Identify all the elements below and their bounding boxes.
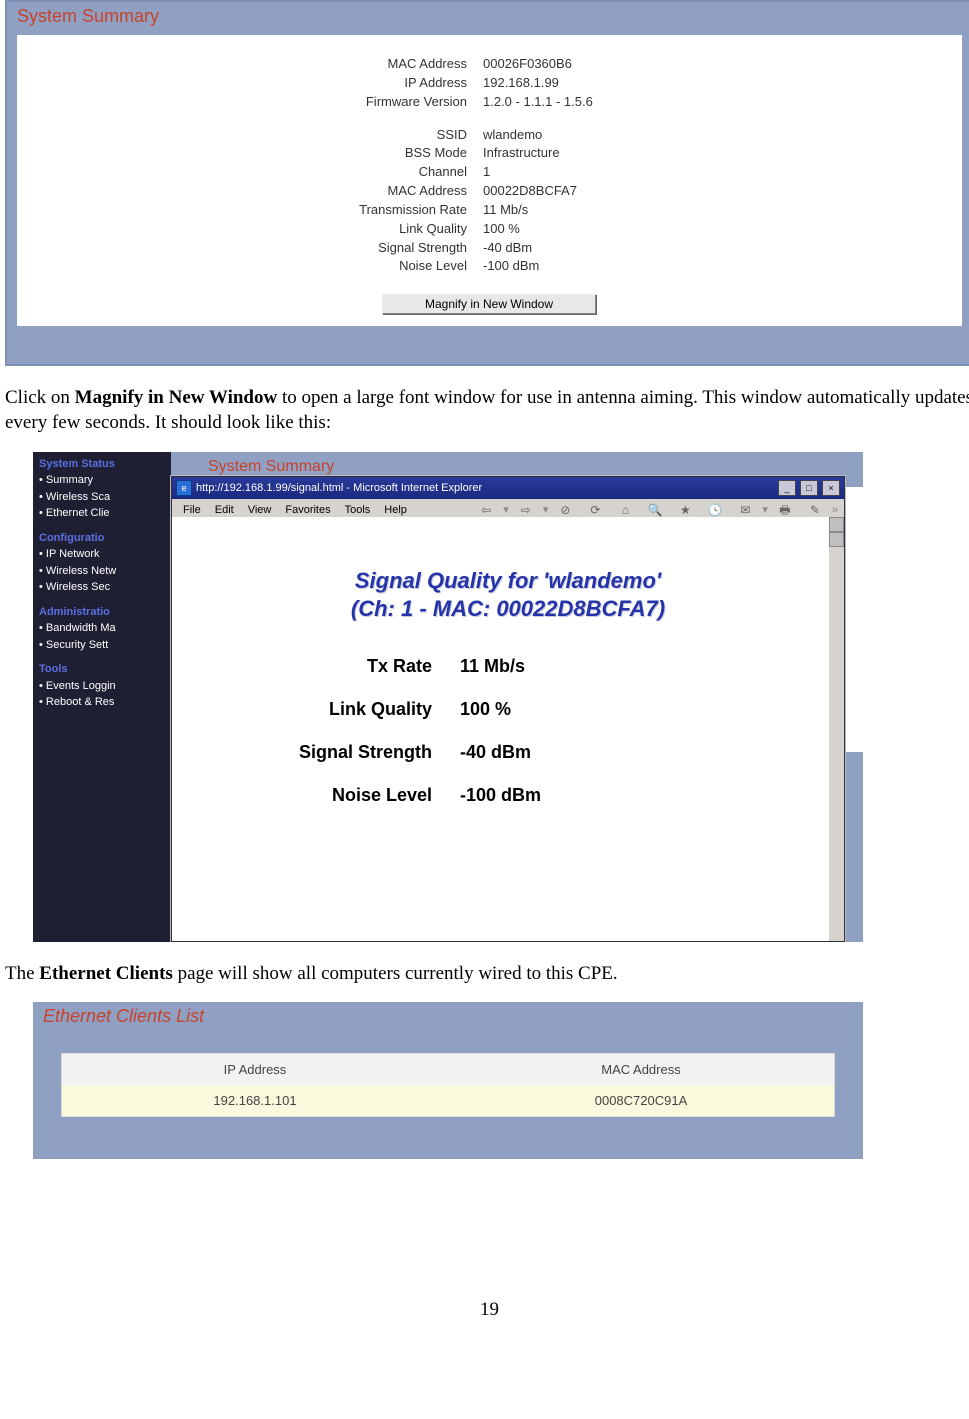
window-titlebar: e http://192.168.1.99/signal.html - Micr… — [172, 477, 844, 499]
panel-title: System Summary — [7, 2, 969, 35]
menu-favorites[interactable]: Favorites — [278, 503, 337, 517]
maximize-button[interactable]: □ — [800, 480, 818, 496]
col-mac: MAC Address — [448, 1062, 834, 1077]
nav-item[interactable]: Reboot & Res — [39, 694, 165, 711]
page-title: System Summary — [208, 458, 334, 476]
kv-row: SSIDwlandemo — [27, 126, 952, 145]
kv-row: Transmission Rate11 Mb/s — [27, 201, 952, 220]
nav-heading: Configuratio — [39, 530, 165, 547]
signal-table: Tx Rate11 Mb/s Link Quality100 % Signal … — [172, 656, 844, 806]
kv-row: MAC Address00026F0360B6 — [27, 55, 952, 74]
panel-title: Ethernet Clients List — [33, 1002, 863, 1035]
kv-row: Firmware Version1.2.0 - 1.1.1 - 1.5.6 — [27, 93, 952, 112]
nav-item[interactable]: Summary — [39, 472, 165, 489]
sidebar-nav: System Status Summary Wireless Sca Ether… — [33, 452, 171, 942]
summary-body: MAC Address00026F0360B6 IP Address192.16… — [17, 35, 962, 326]
signal-row: Signal Strength-40 dBm — [172, 742, 844, 763]
cell-mac: 0008C720C91A — [448, 1093, 834, 1108]
kv-row: Link Quality100 % — [27, 220, 952, 239]
nav-item[interactable]: IP Network — [39, 546, 165, 563]
menu-tools[interactable]: Tools — [338, 503, 378, 517]
menu-file[interactable]: File — [176, 503, 208, 517]
ethernet-clients-panel: Ethernet Clients List IP Address MAC Add… — [33, 1002, 863, 1159]
col-ip: IP Address — [62, 1062, 448, 1077]
ie-icon: e — [176, 480, 192, 496]
browser-content: Signal Quality for 'wlandemo' (Ch: 1 - M… — [172, 517, 844, 941]
kv-row: IP Address192.168.1.99 — [27, 74, 952, 93]
menu-edit[interactable]: Edit — [208, 503, 241, 517]
scrollbar[interactable] — [829, 517, 844, 941]
nav-item[interactable]: Wireless Netw — [39, 563, 165, 580]
nav-item[interactable]: Bandwidth Ma — [39, 620, 165, 637]
page-number: 19 — [5, 1299, 969, 1321]
kv-row: Signal Strength-40 dBm — [27, 239, 952, 258]
kv-row: BSS ModeInfrastructure — [27, 144, 952, 163]
more-icon[interactable]: » — [830, 504, 840, 516]
cell-ip: 192.168.1.101 — [62, 1093, 448, 1108]
kv-row: Channel1 — [27, 163, 952, 182]
close-button[interactable]: × — [822, 480, 840, 496]
table-row: 192.168.1.101 0008C720C91A — [62, 1085, 834, 1116]
nav-heading: Administratio — [39, 604, 165, 621]
kv-row: MAC Address00022D8BCFA7 — [27, 182, 952, 201]
table-header: IP Address MAC Address — [62, 1054, 834, 1085]
kv-row: Noise Level-100 dBm — [27, 257, 952, 276]
signal-heading: Signal Quality for 'wlandemo' (Ch: 1 - M… — [172, 567, 844, 624]
system-summary-panel: System Summary MAC Address00026F0360B6 I… — [5, 0, 969, 366]
nav-item[interactable]: Ethernet Clie — [39, 505, 165, 522]
signal-row: Tx Rate11 Mb/s — [172, 656, 844, 677]
nav-item[interactable]: Wireless Sec — [39, 579, 165, 596]
signal-row: Link Quality100 % — [172, 699, 844, 720]
magnify-button[interactable]: Magnify in New Window — [382, 294, 596, 314]
browser-window: e http://192.168.1.99/signal.html - Micr… — [171, 476, 845, 942]
nav-item[interactable]: Wireless Sca — [39, 489, 165, 506]
minimize-button[interactable]: _ — [778, 480, 796, 496]
menu-view[interactable]: View — [241, 503, 279, 517]
paragraph-ethernet: The Ethernet Clients page will show all … — [5, 962, 969, 987]
ethernet-table: IP Address MAC Address 192.168.1.101 000… — [61, 1053, 835, 1117]
signal-row: Noise Level-100 dBm — [172, 785, 844, 806]
menu-help[interactable]: Help — [377, 503, 471, 517]
paragraph-magnify: Click on Magnify in New Window to open a… — [5, 386, 969, 435]
nav-item[interactable]: Events Loggin — [39, 678, 165, 695]
signal-window-screenshot: System Status Summary Wireless Sca Ether… — [33, 452, 863, 942]
nav-item[interactable]: Security Sett — [39, 637, 165, 654]
nav-heading: System Status — [39, 456, 165, 473]
window-title: http://192.168.1.99/signal.html - Micros… — [196, 482, 482, 494]
nav-heading: Tools — [39, 661, 165, 678]
